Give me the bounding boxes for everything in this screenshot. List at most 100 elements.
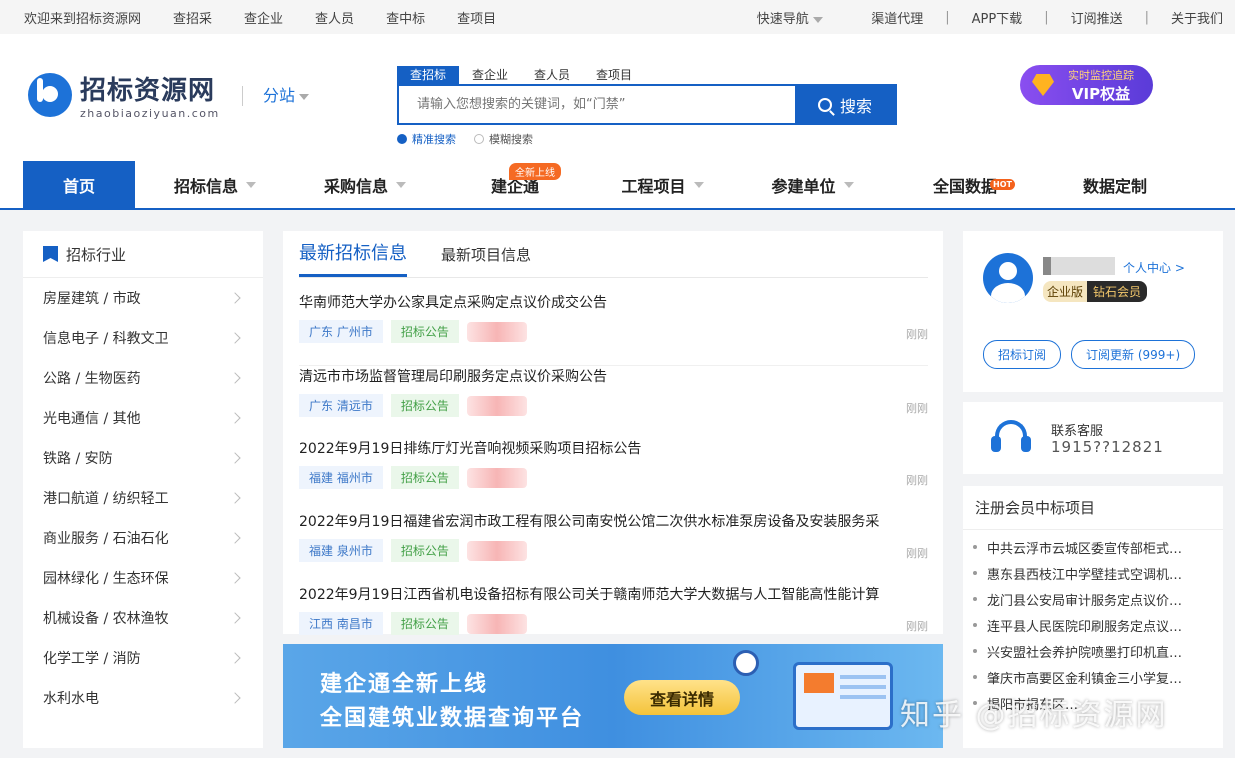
type-tag: 招标公告 — [390, 539, 459, 562]
top-link-person[interactable]: 查人员 — [315, 8, 354, 27]
subscribe-update-button[interactable]: 订阅更新 (999+) — [1071, 340, 1196, 369]
tab-latest-bids[interactable]: 最新招标信息 — [299, 239, 407, 277]
app-download-link[interactable]: APP下载 — [972, 8, 1023, 27]
branch-selector[interactable]: 分站 — [242, 86, 310, 106]
clock-icon — [733, 650, 759, 676]
news-time: 刚刚 — [906, 328, 928, 341]
search-tab-company[interactable]: 查企业 — [459, 66, 521, 84]
industry-item[interactable]: 公路 / 生物医药 — [23, 358, 263, 398]
winner-item[interactable]: 肇庆市高要区金利镇金三小学复… — [973, 664, 1211, 690]
nav-bid[interactable]: 招标信息 — [135, 161, 295, 208]
news-title[interactable]: 2022年9月19日排练厅灯光音响视频采购项目招标公告 — [299, 438, 928, 458]
logo-domain: zhaobiaoziyuan.com — [80, 107, 220, 120]
radio-checked-icon — [397, 134, 407, 144]
news-title[interactable]: 2022年9月19日江西省机电设备招标有限公司关于赣南师范大学大数据与人工智能高… — [299, 584, 928, 604]
industry-label: 园林绿化 / 生态环保 — [43, 571, 169, 587]
nav-jqt[interactable]: 建企通 全新上线 — [435, 161, 595, 208]
banner-detail-button[interactable]: 查看详情 — [624, 680, 740, 715]
winner-item[interactable]: 连平县人民医院印刷服务定点议… — [973, 612, 1211, 638]
member-level-badge: 企业版 钻石会员 — [1043, 281, 1148, 302]
search-icon — [817, 97, 832, 112]
bullet-icon — [973, 623, 977, 627]
news-item[interactable]: 2022年9月19日福建省宏润市政工程有限公司南安悦公馆二次供水标准泵房设备及安… — [299, 511, 928, 562]
bid-subscribe-button[interactable]: 招标订阅 — [983, 340, 1062, 369]
nav-units-label: 参建单位 — [771, 176, 836, 196]
bullet-icon — [973, 649, 977, 653]
nav-national-text: 全国数据 — [932, 176, 997, 196]
industry-item[interactable]: 化学工学 / 消防 — [23, 638, 263, 678]
winner-item[interactable]: 龙门县公安局审计服务定点议价… — [973, 586, 1211, 612]
chevron-right-icon — [229, 412, 241, 424]
promo-banner[interactable]: 建企通全新上线 全国建筑业数据查询平台 查看详情 — [283, 644, 943, 748]
news-item[interactable]: 华南师范大学办公家具定点采购定点议价成交公告 广东 广州市 招标公告 刚刚 — [299, 292, 928, 343]
news-tabs: 最新招标信息 最新项目信息 — [299, 231, 928, 278]
winner-text: 连平县人民医院印刷服务定点议… — [987, 619, 1183, 635]
search-button[interactable]: 搜索 — [795, 86, 895, 123]
winner-item[interactable]: 中共云浮市云城区委宣传部柜式… — [973, 534, 1211, 560]
channel-link[interactable]: 渠道代理 — [871, 8, 923, 27]
nav-project[interactable]: 工程项目 — [595, 161, 730, 208]
industry-label: 光电通信 / 其他 — [43, 411, 141, 427]
bookmark-icon — [43, 246, 58, 262]
news-title[interactable]: 清远市市场监督管理局印刷服务定点议价采购公告 — [299, 366, 928, 386]
industry-title: 招标行业 — [66, 245, 127, 264]
nav-home[interactable]: 首页 — [23, 161, 135, 208]
quick-nav-label: 快速导航 — [756, 12, 809, 27]
news-item[interactable]: 2022年9月19日排练厅灯光音响视频采购项目招标公告 福建 福州市 招标公告 刚刚 — [299, 438, 928, 489]
news-panel: 最新招标信息 最新项目信息 华南师范大学办公家具定点采购定点议价成交公告 广东 … — [283, 231, 943, 635]
tab-latest-projects[interactable]: 最新项目信息 — [441, 244, 531, 277]
quick-nav[interactable]: 快速导航 — [757, 8, 823, 27]
about-link[interactable]: 关于我们 — [1171, 8, 1223, 27]
nav-national[interactable]: 全国数据 HOT — [895, 161, 1035, 208]
news-title[interactable]: 华南师范大学办公家具定点采购定点议价成交公告 — [299, 292, 928, 312]
fuzzy-search-option[interactable]: 模糊搜索 — [474, 131, 533, 147]
chevron-right-icon — [229, 292, 241, 304]
nav-custom[interactable]: 数据定制 — [1035, 161, 1195, 208]
exact-search-option[interactable]: 精准搜索 — [397, 131, 456, 147]
industry-item[interactable]: 信息电子 / 科教文卫 — [23, 318, 263, 358]
industry-item[interactable]: 房屋建筑 / 市政 — [23, 278, 263, 318]
top-link-winbid[interactable]: 查中标 — [386, 8, 425, 27]
top-links: 欢迎来到招标资源网 查招采 查企业 查人员 查中标 查项目 — [24, 8, 528, 27]
customer-service-card[interactable]: 联系客服 1915??12821 — [963, 402, 1223, 474]
nav-units[interactable]: 参建单位 — [730, 161, 895, 208]
avatar[interactable] — [983, 253, 1033, 303]
nav-purchase[interactable]: 采购信息 — [295, 161, 435, 208]
search-tab-project[interactable]: 查项目 — [583, 66, 645, 84]
redacted-tag — [466, 321, 527, 342]
industry-item[interactable]: 水利水电 — [23, 678, 263, 718]
search-tab-bid[interactable]: 查招标 — [397, 66, 460, 84]
industry-item[interactable]: 光电通信 / 其他 — [23, 398, 263, 438]
type-tag: 招标公告 — [390, 394, 459, 417]
search-tab-person[interactable]: 查人员 — [521, 66, 583, 84]
news-time: 刚刚 — [906, 547, 928, 560]
industry-item[interactable]: 铁路 / 安防 — [23, 438, 263, 478]
top-link-zhaocai[interactable]: 查招采 — [173, 8, 212, 27]
industry-item[interactable]: 商业服务 / 石油石化 — [23, 518, 263, 558]
branch-label: 分站 — [263, 86, 296, 105]
nav-purchase-label: 采购信息 — [323, 176, 388, 196]
search-box: 搜索 — [397, 84, 897, 125]
news-item[interactable]: 2022年9月19日江西省机电设备招标有限公司关于赣南师范大学大数据与人工智能高… — [299, 584, 928, 635]
industry-item[interactable]: 园林绿化 / 生态环保 — [23, 558, 263, 598]
winner-item[interactable]: 惠东县西枝江中学壁挂式空调机… — [973, 560, 1211, 586]
vip-button[interactable]: 实时监控追踪 VIP权益 — [1020, 65, 1153, 105]
winner-item[interactable]: 兴安盟社会养护院喷墨打印机直… — [973, 638, 1211, 664]
news-title[interactable]: 2022年9月19日福建省宏润市政工程有限公司南安悦公馆二次供水标准泵房设备及安… — [299, 511, 928, 531]
personal-center-link[interactable]: 个人中心 > — [1123, 259, 1185, 276]
top-link-company[interactable]: 查企业 — [244, 8, 283, 27]
watermark: 知乎 @招标资源网 — [900, 698, 1168, 733]
logo-name: 招标资源网 — [80, 76, 216, 106]
chevron-right-icon — [229, 492, 241, 504]
chevron-right-icon — [229, 372, 241, 384]
search-input[interactable] — [399, 86, 794, 123]
industry-item[interactable]: 港口航道 / 纺织轻工 — [23, 478, 263, 518]
divider: | — [1044, 10, 1049, 25]
news-item[interactable]: 清远市市场监督管理局印刷服务定点议价采购公告 广东 清远市 招标公告 刚刚 — [299, 365, 928, 417]
subscribe-link[interactable]: 订阅推送 — [1071, 8, 1123, 27]
top-link-project[interactable]: 查项目 — [457, 8, 496, 27]
industry-item[interactable]: 机械设备 / 农林渔牧 — [23, 598, 263, 638]
site-logo[interactable]: 招标资源网 zhaobiaoziyuan.com — [28, 70, 220, 120]
type-tag: 招标公告 — [390, 466, 459, 489]
user-card: 个人中心 > 企业版 钻石会员 招标订阅 订阅更新 (999+) — [963, 231, 1223, 392]
